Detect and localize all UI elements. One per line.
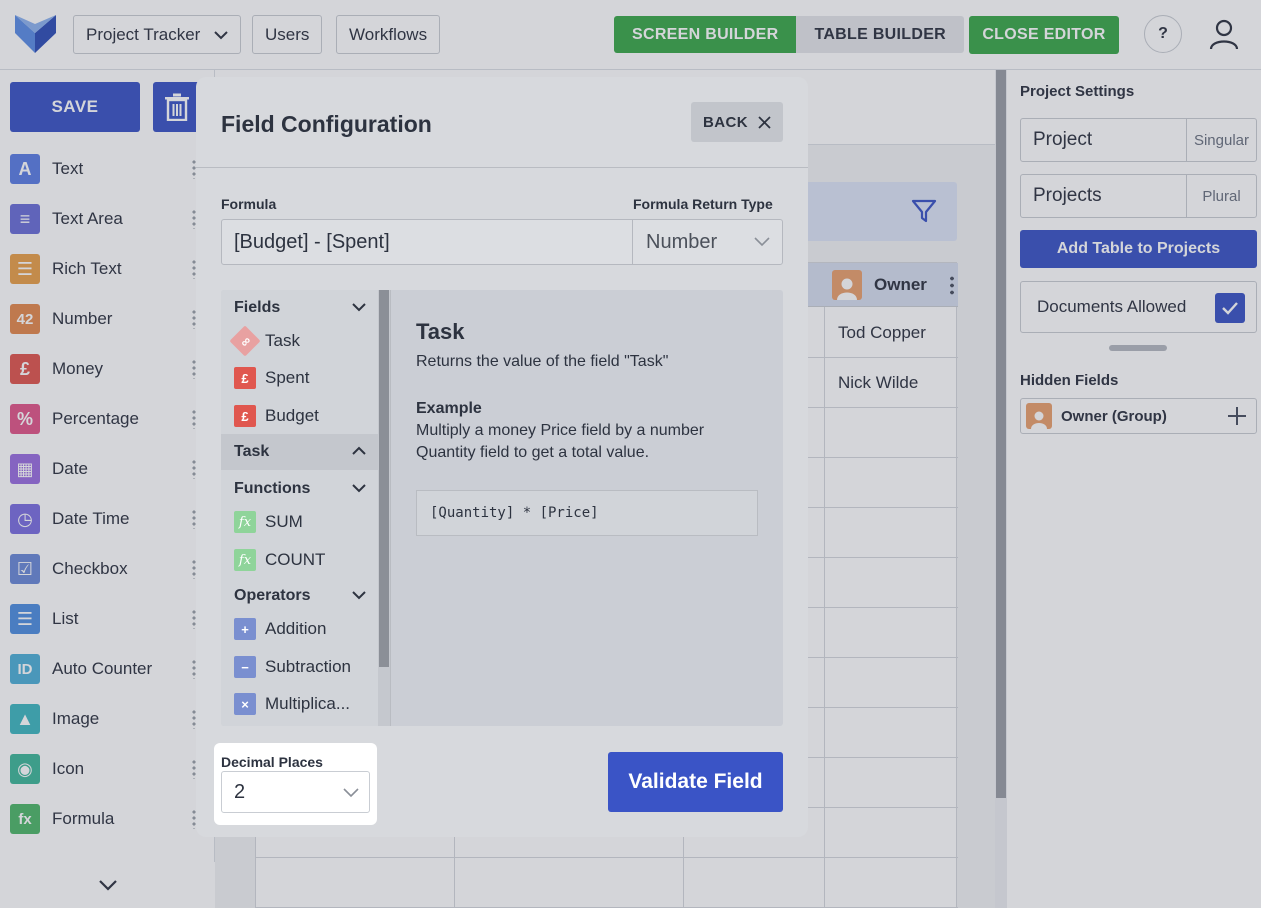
return-type-label: Formula Return Type — [633, 196, 773, 212]
decimal-places-label: Decimal Places — [221, 754, 323, 770]
field-configuration-dialog: Field Configuration BACK Formula Formula… — [196, 77, 808, 837]
reference-item-label: Spent — [265, 368, 310, 387]
reference-item[interactable]: × Multiplica... — [234, 689, 350, 719]
detail-title: Task — [416, 319, 465, 344]
detail-description: Returns the value of the field "Task" — [416, 353, 669, 370]
formula-label: Formula — [221, 196, 277, 212]
decimal-places-value: 2 — [234, 780, 246, 803]
group-label: Task — [234, 443, 270, 460]
group-operators[interactable]: Operators — [221, 578, 378, 614]
reference-item[interactable]: £ Budget — [234, 401, 319, 431]
reference-item[interactable]: fx COUNT — [234, 545, 325, 575]
reference-item-label: SUM — [265, 512, 303, 531]
decimal-places-select[interactable]: 2 — [221, 771, 370, 813]
multiply-icon: × — [234, 693, 256, 715]
formula-reference-list: Fields ∞ Task £ Spent £ Budget Task Functions… — [221, 290, 378, 726]
back-button-label: BACK — [703, 113, 748, 131]
group-task[interactable]: Task — [221, 434, 378, 470]
return-type-value: Number — [646, 230, 718, 253]
reference-item-label: Task — [265, 331, 300, 350]
example-text-line: Multiply a money Price field by a number — [416, 422, 705, 439]
group-fields[interactable]: Fields — [221, 290, 378, 326]
formula-editor: Fields ∞ Task £ Spent £ Budget Task Functions… — [221, 290, 783, 726]
reference-item-label: Addition — [265, 619, 327, 638]
reference-list-scrollbar-thumb[interactable] — [379, 290, 389, 667]
example-code: [Quantity] * [Price] — [416, 490, 758, 536]
reference-item-label: Budget — [265, 406, 319, 425]
group-label: Operators — [234, 587, 311, 604]
chevron-down-icon — [754, 237, 770, 247]
formula-input[interactable]: [Budget] - [Spent] — [222, 220, 632, 264]
reference-item[interactable]: fx SUM — [234, 507, 303, 537]
group-functions[interactable]: Functions — [221, 471, 378, 507]
reference-item[interactable]: £ Spent — [234, 363, 309, 393]
chevron-down-icon — [352, 591, 366, 600]
group-label: Fields — [234, 299, 281, 316]
decimal-places-field: Decimal Places 2 — [214, 743, 377, 825]
link-icon: ∞ — [229, 325, 261, 357]
reference-item[interactable]: − Subtraction — [234, 652, 351, 682]
validate-field-button[interactable]: Validate Field — [608, 752, 783, 812]
formula-icon: fx — [234, 511, 256, 533]
example-text-line: Quantity field to get a total value. — [416, 444, 650, 461]
back-button[interactable]: BACK — [691, 102, 783, 142]
chevron-down-icon — [343, 788, 359, 798]
chevron-up-icon — [352, 446, 366, 455]
reference-item-label: Subtraction — [265, 657, 351, 676]
chevron-down-icon — [352, 303, 366, 312]
formula-field: [Budget] - [Spent] Number — [221, 219, 783, 265]
reference-item[interactable]: + Addition — [234, 614, 326, 644]
chevron-down-icon — [352, 484, 366, 493]
plus-icon: + — [234, 618, 256, 640]
return-type-select[interactable]: Number — [632, 220, 782, 264]
minus-icon: − — [234, 656, 256, 678]
formula-icon: fx — [234, 549, 256, 571]
money-icon: £ — [234, 405, 256, 427]
divider — [196, 167, 808, 168]
group-label: Functions — [234, 480, 311, 497]
close-icon — [758, 115, 771, 129]
money-icon: £ — [234, 367, 256, 389]
divider — [390, 290, 391, 726]
dialog-title: Field Configuration — [221, 111, 432, 137]
reference-item-label: COUNT — [265, 550, 326, 569]
reference-item[interactable]: ∞ Task — [229, 325, 300, 357]
example-heading: Example — [416, 400, 482, 417]
reference-item-label: Multiplica... — [265, 694, 351, 713]
